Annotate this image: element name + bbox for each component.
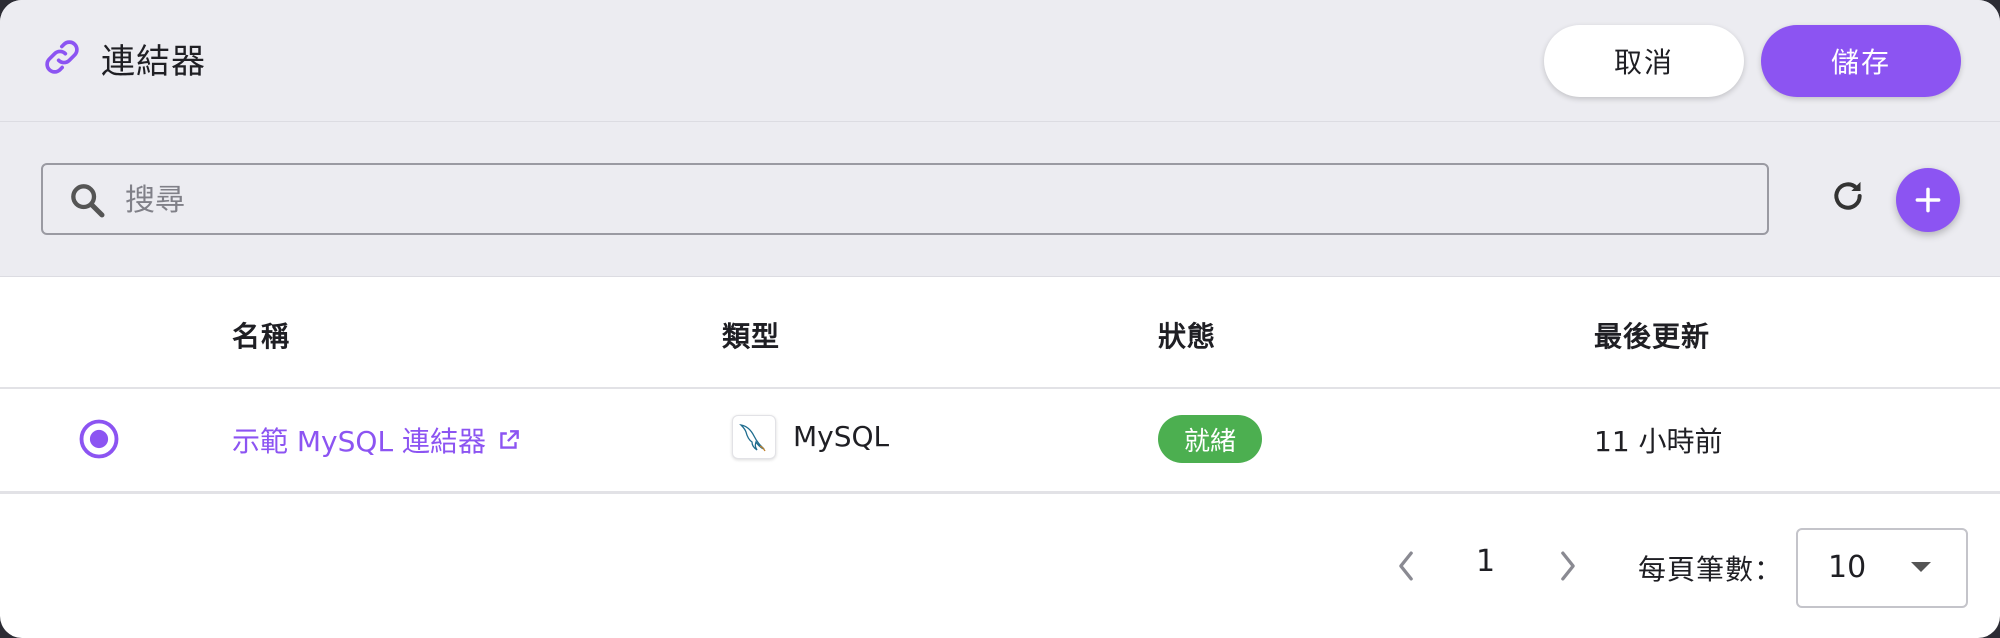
table-row[interactable]: 示範 MySQL 連結器 MySQL 就緒 11 小時前	[0, 389, 2000, 494]
connectors-dialog: 連結器 取消 儲存 名稱 類型 狀態 最後更新	[0, 0, 2000, 638]
toolbar	[0, 122, 2000, 277]
connector-type: MySQL	[793, 420, 890, 453]
search-icon	[71, 184, 105, 218]
column-header-type[interactable]: 類型	[722, 315, 780, 355]
search-box	[41, 163, 1769, 235]
status-badge: 就緒	[1158, 415, 1262, 463]
rows-per-page-select[interactable]: 10	[1796, 528, 1968, 608]
add-connector-button[interactable]	[1896, 168, 1960, 232]
page-title: 連結器	[101, 42, 206, 82]
column-header-status[interactable]: 狀態	[1158, 315, 1216, 355]
plus-icon	[1915, 187, 1941, 213]
table-header: 名稱 類型 狀態 最後更新	[0, 277, 2000, 389]
mysql-dolphin-icon	[732, 415, 776, 459]
rows-per-page-label: 每頁筆數：	[1638, 553, 1784, 586]
previous-page-icon[interactable]	[1392, 548, 1420, 584]
column-header-updated[interactable]: 最後更新	[1594, 315, 1710, 355]
connector-name: 示範 MySQL 連結器	[232, 425, 486, 458]
connector-name-link[interactable]: 示範 MySQL 連結器	[232, 420, 522, 460]
external-link-icon	[500, 430, 519, 449]
search-input[interactable]	[123, 173, 1727, 227]
save-button[interactable]: 儲存	[1761, 25, 1961, 97]
refresh-icon[interactable]	[1828, 176, 1868, 216]
chevron-down-icon	[1911, 562, 1931, 572]
rows-per-page-value: 10	[1828, 550, 1867, 585]
cancel-button[interactable]: 取消	[1544, 25, 1744, 97]
last-updated: 11 小時前	[1594, 425, 1723, 458]
next-page-icon[interactable]	[1554, 548, 1582, 584]
dialog-header: 連結器 取消 儲存	[0, 0, 2000, 122]
column-header-name[interactable]: 名稱	[232, 315, 290, 355]
page-number[interactable]: 1	[1476, 544, 1495, 579]
link-icon	[45, 40, 79, 74]
radio-selected-icon[interactable]	[78, 418, 120, 460]
